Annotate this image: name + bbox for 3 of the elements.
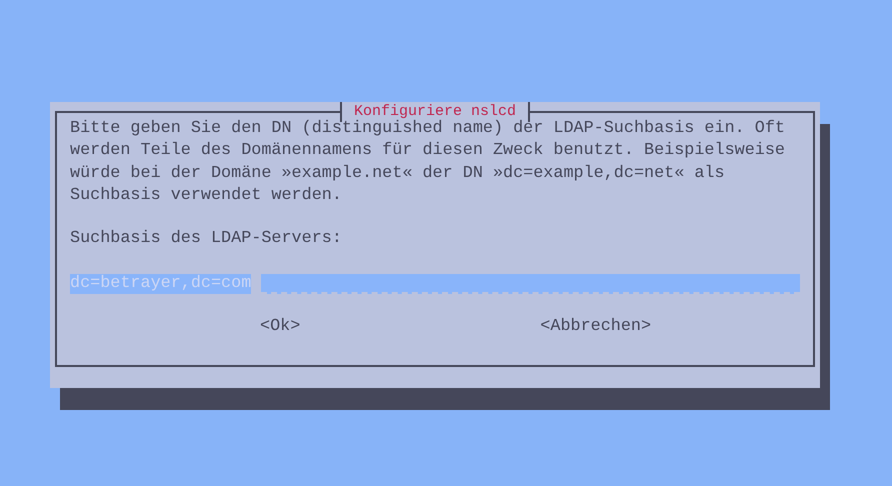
cancel-button[interactable]: <Abbrechen> bbox=[540, 316, 652, 338]
field-label: Suchbasis des LDAP-Servers: bbox=[70, 228, 343, 250]
ok-button[interactable]: <Ok> bbox=[260, 316, 300, 338]
